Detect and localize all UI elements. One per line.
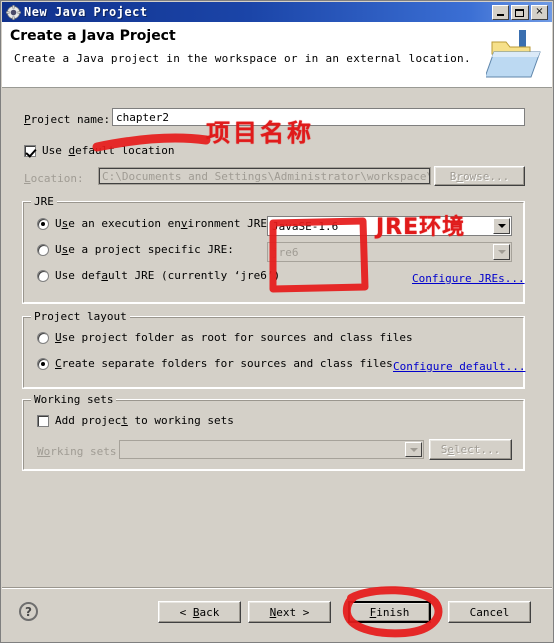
wizard-body: Project name: chapter2 Use default locat… [2,88,552,588]
close-icon: × [535,6,544,17]
finish-button[interactable]: Finish [348,601,431,623]
location-label: Location: [24,172,84,185]
close-button[interactable]: × [531,4,548,20]
configure-default-link[interactable]: Configure default... [393,360,525,373]
new-java-project-dialog: New Java Project × Create a Java Project… [0,0,554,643]
project-name-label: Project name: [24,113,111,126]
select-working-sets-button: Select... [429,439,512,460]
radio-label: Use an execution environment JRE: [55,217,274,230]
project-name-value: chapter2 [116,110,169,124]
chevron-down-icon[interactable] [493,218,510,234]
cancel-button[interactable]: Cancel [448,601,531,623]
use-default-location-label: Use default location [42,144,175,157]
location-value: C:\Documents and Settings\Administrator\… [102,169,430,183]
project-layout-group: Project layout Use project folder as roo… [22,310,525,389]
page-title: Create a Java Project [10,28,176,44]
add-project-to-working-sets-checkbox[interactable]: Add project to working sets [37,414,234,427]
back-button[interactable]: < Back [158,601,241,623]
project-specific-jre-value: jre6 [272,245,299,259]
radio-label: Create separate folders for sources and … [55,357,393,370]
jre-group: JRE Use an execution environment JRE: Ja… [22,195,525,304]
configure-jres-link[interactable]: Configure JREs... [412,272,525,285]
window-controls: × [492,4,550,20]
project-name-input[interactable]: chapter2 [112,108,525,126]
next-button[interactable]: Next > [248,601,331,623]
radio-create-separate-folders[interactable]: Create separate folders for sources and … [37,357,393,370]
checkbox-box [37,414,49,427]
radio-label: Use default JRE (currently ‘jre6’) [55,269,281,282]
checkbox-box [24,144,36,157]
location-input: C:\Documents and Settings\Administrator\… [98,167,431,185]
working-sets-group-title: Working sets [31,393,117,406]
working-sets-combo [119,440,424,459]
window-title: New Java Project [24,5,148,19]
radio-button [37,357,49,370]
radio-use-execution-environment-jre[interactable]: Use an execution environment JRE: [37,217,274,230]
page-description: Create a Java project in the workspace o… [14,52,471,65]
help-icon[interactable]: ? [19,602,38,621]
new-java-project-folder-icon [484,26,544,82]
chevron-down-icon [405,442,422,457]
working-sets-label: Working sets: [37,445,124,458]
radio-button [37,243,49,256]
radio-button [37,269,49,282]
maximize-button[interactable] [511,4,529,20]
working-sets-value [120,441,404,458]
help-glyph: ? [25,604,32,619]
use-default-location-checkbox[interactable]: Use default location [24,144,174,157]
execution-environment-value: JavaSE-1.6 [272,219,339,233]
radio-use-project-specific-jre[interactable]: Use a project specific JRE: [37,243,234,256]
window-titlebar: New Java Project × [2,2,552,22]
radio-label: Use a project specific JRE: [55,243,234,256]
project-layout-group-title: Project layout [31,310,130,323]
wizard-header: Create a Java Project Create a Java proj… [2,22,552,88]
radio-use-default-jre[interactable]: Use default JRE (currently ‘jre6’) [37,269,280,282]
radio-label: Use project folder as root for sources a… [55,331,413,344]
chevron-down-icon [493,244,510,260]
browse-button: Browse... [434,166,525,186]
java-project-gear-icon [6,4,21,20]
radio-button [37,217,49,230]
working-sets-group: Working sets Add project to working sets… [22,393,525,471]
add-project-label: Add project to working sets [55,414,234,427]
radio-button [37,331,49,344]
minimize-button[interactable] [492,4,509,20]
execution-environment-combo[interactable]: JavaSE-1.6 [267,216,512,236]
project-specific-jre-combo: jre6 [267,242,512,262]
jre-group-title: JRE [31,195,57,208]
radio-use-project-folder-as-root[interactable]: Use project folder as root for sources a… [37,331,413,344]
